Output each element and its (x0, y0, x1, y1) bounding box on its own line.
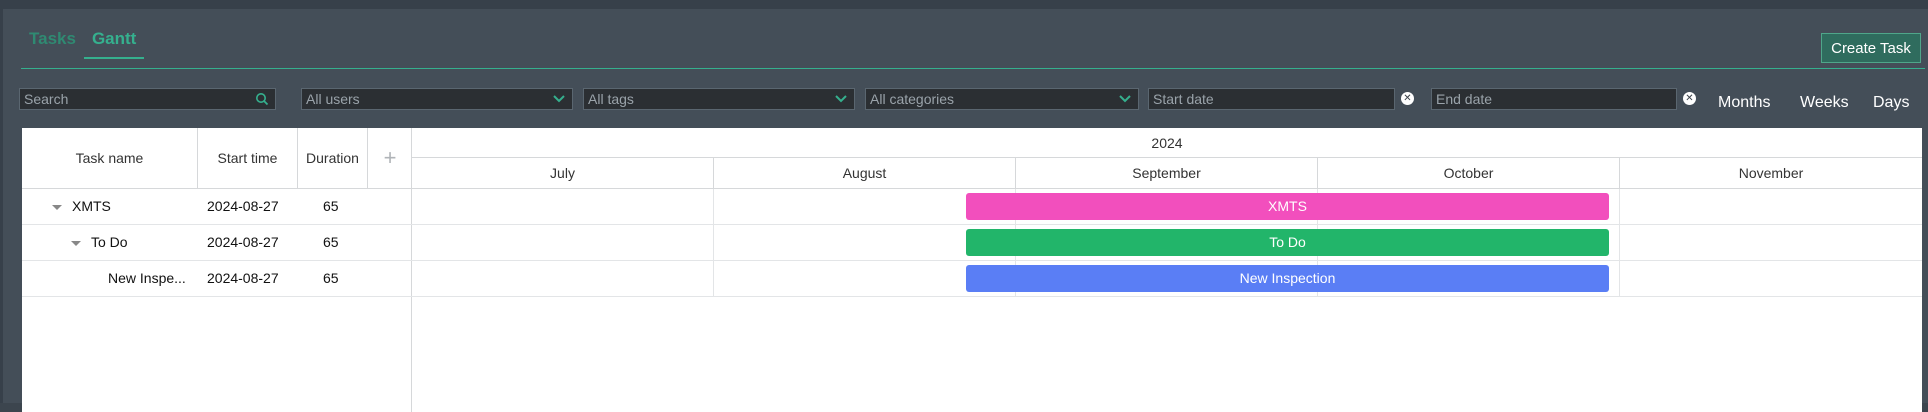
gantt-chart: Task name Start time Duration + XMTS 202… (22, 128, 1922, 412)
end-date-input[interactable]: End date (1431, 88, 1677, 110)
scale-days-button[interactable]: Days (1873, 91, 1909, 115)
chevron-down-icon (1119, 95, 1131, 103)
timeline-area: 2024 July August September October Novem… (412, 128, 1922, 412)
start-date-placeholder: Start date (1153, 91, 1214, 107)
users-select-value: All users (306, 91, 360, 107)
task-grid: Task name Start time Duration + XMTS 202… (22, 128, 412, 412)
search-icon[interactable] (255, 92, 269, 106)
task-start: 2024-08-27 (207, 234, 279, 250)
task-duration: 65 (323, 270, 339, 286)
month-header-july: July (412, 158, 714, 189)
expand-toggle-icon[interactable] (52, 189, 62, 224)
users-select[interactable]: All users (301, 88, 573, 110)
tabs-underline (21, 68, 1925, 69)
gantt-bar-to-do[interactable]: To Do (966, 229, 1609, 256)
add-task-icon[interactable]: + (368, 128, 412, 189)
month-header-august: August (714, 158, 1016, 189)
task-name: To Do (91, 234, 128, 250)
column-header-duration[interactable]: Duration (298, 128, 368, 189)
month-header-october: October (1318, 158, 1620, 189)
task-start: 2024-08-27 (207, 198, 279, 214)
grid-divider (1619, 189, 1620, 297)
chevron-down-icon (553, 95, 565, 103)
task-start: 2024-08-27 (207, 270, 279, 286)
view-tabs: Tasks Gantt (21, 29, 145, 59)
task-row[interactable]: XMTS 2024-08-27 65 (22, 189, 412, 225)
timeline-year: 2024 (412, 128, 1922, 158)
expand-toggle-icon[interactable] (71, 225, 81, 260)
grid-divider (713, 189, 714, 297)
categories-select[interactable]: All categories (865, 88, 1139, 110)
grid-divider (412, 260, 1922, 261)
grid-divider (412, 296, 1922, 297)
task-row[interactable]: To Do 2024-08-27 65 (22, 225, 412, 261)
tab-gantt[interactable]: Gantt (83, 29, 145, 59)
search-input[interactable]: Search (19, 88, 276, 110)
grid-divider (412, 224, 1922, 225)
create-task-button[interactable]: Create Task (1821, 33, 1921, 63)
tags-select[interactable]: All tags (583, 88, 855, 110)
scale-weeks-button[interactable]: Weeks (1800, 91, 1849, 115)
tags-select-value: All tags (588, 91, 634, 107)
month-header-september: September (1016, 158, 1318, 189)
end-date-placeholder: End date (1436, 91, 1493, 107)
clear-end-date-icon[interactable]: ✕ (1683, 92, 1696, 105)
search-placeholder: Search (24, 91, 69, 107)
tab-tasks[interactable]: Tasks (21, 29, 84, 59)
task-name: XMTS (72, 198, 111, 214)
column-header-start-time[interactable]: Start time (198, 128, 298, 189)
categories-select-value: All categories (870, 91, 955, 107)
task-row[interactable]: New Inspe... 2024-08-27 65 (22, 261, 412, 297)
column-header-task-name[interactable]: Task name (22, 128, 198, 189)
task-duration: 65 (323, 234, 339, 250)
gantt-bar-new-inspection[interactable]: New Inspection (966, 265, 1609, 292)
task-name: New Inspe... (108, 270, 186, 286)
gantt-bar-xmts[interactable]: XMTS (966, 193, 1609, 220)
chevron-down-icon (835, 95, 847, 103)
app-window: Tasks Gantt Create Task Search All users… (0, 0, 1928, 412)
task-duration: 65 (323, 198, 339, 214)
start-date-input[interactable]: Start date (1148, 88, 1395, 110)
scale-months-button[interactable]: Months (1718, 91, 1770, 115)
clear-start-date-icon[interactable]: ✕ (1401, 92, 1414, 105)
month-header-november: November (1620, 158, 1922, 189)
